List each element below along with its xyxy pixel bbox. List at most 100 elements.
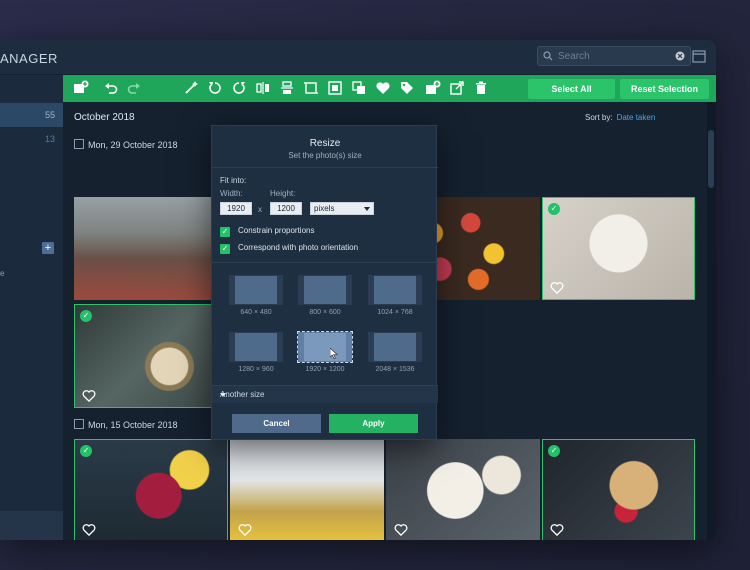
chevron-down-icon bbox=[220, 393, 226, 397]
option-label: Constrain proportions bbox=[238, 226, 315, 235]
reset-selection-button[interactable]: Reset Selection bbox=[620, 79, 709, 99]
divider bbox=[212, 262, 438, 263]
width-label: Width: bbox=[220, 189, 243, 198]
sidebar-item-count: 13 bbox=[44, 134, 55, 144]
photo-thumbnail[interactable] bbox=[74, 197, 228, 300]
clear-search-icon[interactable] bbox=[675, 51, 685, 61]
date-group-header: Mon, 29 October 2018 bbox=[74, 139, 178, 150]
orientation-checkbox[interactable]: ✓ bbox=[220, 244, 230, 254]
cancel-button[interactable]: Cancel bbox=[232, 414, 321, 433]
preset-label: 2048 × 1536 bbox=[375, 366, 415, 373]
sort-label: Sort by: bbox=[585, 113, 613, 122]
preset-2048x1536[interactable] bbox=[368, 332, 422, 362]
sidebar: 55 13 + e bbox=[0, 75, 63, 540]
dimension-separator: x bbox=[258, 205, 262, 214]
photo-thumbnail[interactable] bbox=[386, 439, 540, 540]
app-title: ANAGER bbox=[0, 51, 58, 66]
photo-thumbnail[interactable]: ✓ bbox=[542, 197, 695, 300]
photo-thumbnail[interactable]: ✓ bbox=[74, 439, 228, 540]
photo-thumbnail[interactable]: ✓ bbox=[542, 439, 695, 540]
scrollbar[interactable] bbox=[707, 102, 716, 540]
calendar-icon[interactable] bbox=[692, 48, 706, 64]
undo-icon[interactable] bbox=[103, 80, 119, 96]
preset-640x480[interactable] bbox=[229, 275, 283, 305]
date-group-label: Mon, 29 October 2018 bbox=[88, 140, 178, 150]
width-input[interactable] bbox=[220, 202, 252, 215]
preset-800x600[interactable] bbox=[298, 275, 352, 305]
heart-icon[interactable] bbox=[82, 523, 96, 536]
photo-thumbnail[interactable] bbox=[230, 439, 384, 540]
heart-icon[interactable] bbox=[394, 523, 408, 536]
preset-1920x1200[interactable] bbox=[297, 331, 353, 363]
rotate-right-icon[interactable] bbox=[231, 80, 247, 96]
preset-label: 1920 × 1200 bbox=[305, 366, 345, 373]
search-input[interactable] bbox=[558, 49, 668, 64]
heart-icon[interactable] bbox=[82, 389, 96, 402]
sidebar-footer bbox=[0, 511, 63, 540]
sidebar-item-count: 55 bbox=[44, 110, 55, 120]
title-bar: ANAGER bbox=[0, 40, 716, 75]
heart-icon[interactable] bbox=[238, 523, 252, 536]
magic-wand-icon[interactable] bbox=[183, 80, 199, 96]
another-size-label: Another size bbox=[220, 390, 265, 399]
delete-icon[interactable] bbox=[473, 80, 489, 96]
scrollbar-thumb[interactable] bbox=[708, 130, 714, 188]
tag-icon[interactable] bbox=[399, 80, 415, 96]
date-group-label: Mon, 15 October 2018 bbox=[88, 420, 178, 430]
toolbar: Select All Reset Selection bbox=[63, 75, 716, 102]
search-icon bbox=[543, 51, 553, 61]
constrain-proportions-option[interactable]: ✓ Constrain proportions bbox=[220, 226, 314, 237]
preset-1024x768[interactable] bbox=[368, 275, 422, 305]
date-group-header: Mon, 15 October 2018 bbox=[74, 419, 178, 430]
sidebar-item-label: e bbox=[0, 269, 5, 278]
photo-thumbnail[interactable]: ✓ bbox=[74, 304, 228, 408]
dialog-header: Resize Set the photo(s) size bbox=[212, 126, 438, 168]
dialog-subtitle: Set the photo(s) size bbox=[288, 151, 362, 160]
preset-label: 1280 × 960 bbox=[238, 366, 274, 373]
selected-check-icon: ✓ bbox=[80, 310, 92, 322]
selected-check-icon: ✓ bbox=[80, 445, 92, 457]
dialog-title: Resize bbox=[309, 138, 341, 149]
height-label: Height: bbox=[270, 189, 296, 198]
unit-select-value: pixels bbox=[314, 204, 335, 213]
select-all-button[interactable]: Select All bbox=[528, 79, 615, 99]
chevron-down-icon bbox=[364, 207, 370, 211]
mouse-cursor-icon bbox=[330, 348, 338, 359]
share-icon[interactable] bbox=[449, 80, 465, 96]
redo-icon[interactable] bbox=[126, 80, 142, 96]
watermark-icon[interactable] bbox=[351, 80, 367, 96]
orientation-option[interactable]: ✓ Correspond with photo orientation bbox=[220, 243, 358, 254]
unit-select[interactable]: pixels bbox=[310, 202, 374, 215]
apply-button[interactable]: Apply bbox=[329, 414, 418, 433]
add-to-album-icon[interactable] bbox=[425, 80, 441, 96]
sort-value-link[interactable]: Date taken bbox=[617, 113, 656, 122]
sort-control[interactable]: Sort by: Date taken bbox=[585, 113, 655, 122]
preset-label: 1024 × 768 bbox=[377, 309, 413, 316]
favorite-heart-icon[interactable] bbox=[375, 80, 391, 96]
preset-label: 800 × 600 bbox=[309, 309, 341, 316]
rotate-left-icon[interactable] bbox=[207, 80, 223, 96]
crop-icon[interactable] bbox=[303, 80, 319, 96]
fit-into-label: Fit into: bbox=[220, 176, 247, 185]
month-heading: October 2018 bbox=[74, 112, 135, 123]
heart-icon[interactable] bbox=[550, 281, 564, 294]
resize-dialog: Resize Set the photo(s) size Fit into: W… bbox=[211, 125, 438, 440]
heart-icon[interactable] bbox=[550, 523, 564, 536]
search-box[interactable] bbox=[537, 46, 691, 66]
resize-icon[interactable] bbox=[327, 80, 343, 96]
preset-1280x960[interactable] bbox=[229, 332, 283, 362]
flip-horizontal-icon[interactable] bbox=[255, 80, 271, 96]
constrain-proportions-checkbox[interactable]: ✓ bbox=[220, 227, 230, 237]
option-label: Correspond with photo orientation bbox=[238, 243, 359, 252]
select-date-checkbox[interactable] bbox=[74, 139, 84, 149]
preset-label: 640 × 480 bbox=[240, 309, 272, 316]
select-date-checkbox[interactable] bbox=[74, 419, 84, 429]
add-album-button[interactable]: + bbox=[42, 242, 54, 254]
selected-check-icon: ✓ bbox=[548, 203, 560, 215]
another-size-dropdown[interactable]: Another size bbox=[212, 385, 438, 403]
height-input[interactable] bbox=[270, 202, 302, 215]
sidebar-item-favorites[interactable]: 13 bbox=[0, 127, 63, 151]
sidebar-item-all-photos[interactable]: 55 bbox=[0, 103, 63, 127]
add-photo-icon[interactable] bbox=[73, 80, 89, 96]
flip-vertical-icon[interactable] bbox=[279, 80, 295, 96]
